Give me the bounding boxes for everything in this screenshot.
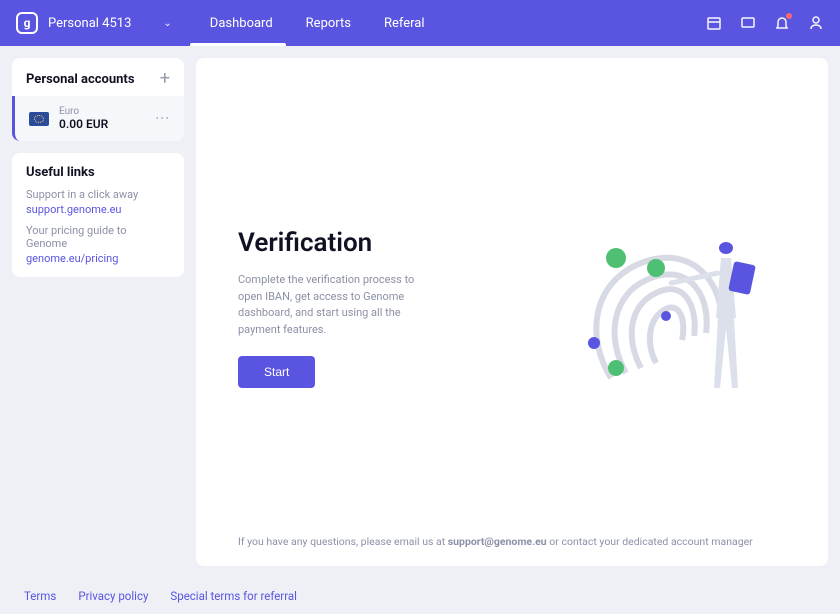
nav-label: Dashboard (210, 16, 273, 31)
top-header: g Personal 4513 ⌄ Dashboard Reports Refe… (0, 0, 840, 46)
screen-icon[interactable] (740, 15, 756, 31)
nav-referal[interactable]: Referal (364, 0, 438, 46)
chevron-down-icon: ⌄ (163, 18, 171, 29)
start-button[interactable]: Start (238, 356, 315, 388)
header-actions (706, 15, 824, 31)
link1-text: Support in a click away (26, 188, 138, 201)
footer-terms[interactable]: Terms (24, 589, 56, 603)
nav-reports[interactable]: Reports (286, 0, 364, 46)
nav-label: Reports (306, 16, 351, 31)
footer: Terms Privacy policy Special terms for r… (0, 578, 840, 614)
accounts-title: Personal accounts (26, 72, 135, 87)
footer-privacy[interactable]: Privacy policy (78, 589, 148, 603)
contact-email: support@genome.eu (448, 535, 547, 548)
fingerprint-illustration (556, 228, 786, 408)
nav-label: Referal (384, 16, 425, 31)
pricing-link[interactable]: genome.eu/pricing (26, 252, 170, 265)
main-panel: Verification Complete the verification p… (196, 58, 828, 566)
footer-referral[interactable]: Special terms for referral (170, 589, 297, 603)
account-balance: 0.00 EUR (59, 117, 108, 131)
user-icon[interactable] (808, 15, 824, 31)
link2-text: Your pricing guide to Genome (26, 224, 127, 250)
account-currency: Euro (59, 106, 108, 117)
wallet-label: Personal 4513 (48, 16, 131, 31)
nav-dashboard[interactable]: Dashboard (190, 0, 286, 46)
brand-logo: g (16, 12, 38, 34)
account-row[interactable]: Euro 0.00 EUR ⋮ (12, 96, 184, 141)
useful-links-title: Useful links (26, 165, 170, 180)
bell-icon[interactable] (774, 15, 790, 31)
useful-links-card: Useful links Support in a click away sup… (12, 153, 184, 277)
support-link[interactable]: support.genome.eu (26, 203, 170, 216)
verification-body: Complete the verification process to ope… (238, 272, 438, 338)
wallet-selector[interactable]: Personal 4513 ⌄ (48, 16, 172, 31)
sidebar: Personal accounts + Euro 0.00 EUR ⋮ Usef… (12, 58, 184, 566)
account-menu-button[interactable]: ⋮ (154, 111, 170, 126)
contact-info: If you have any questions, please email … (238, 535, 786, 548)
add-account-button[interactable]: + (160, 70, 170, 88)
calendar-icon[interactable] (706, 15, 722, 31)
accounts-card: Personal accounts + Euro 0.00 EUR ⋮ (12, 58, 184, 141)
verification-title: Verification (238, 228, 438, 258)
main-nav: Dashboard Reports Referal (190, 0, 438, 46)
eu-flag-icon (29, 112, 49, 126)
